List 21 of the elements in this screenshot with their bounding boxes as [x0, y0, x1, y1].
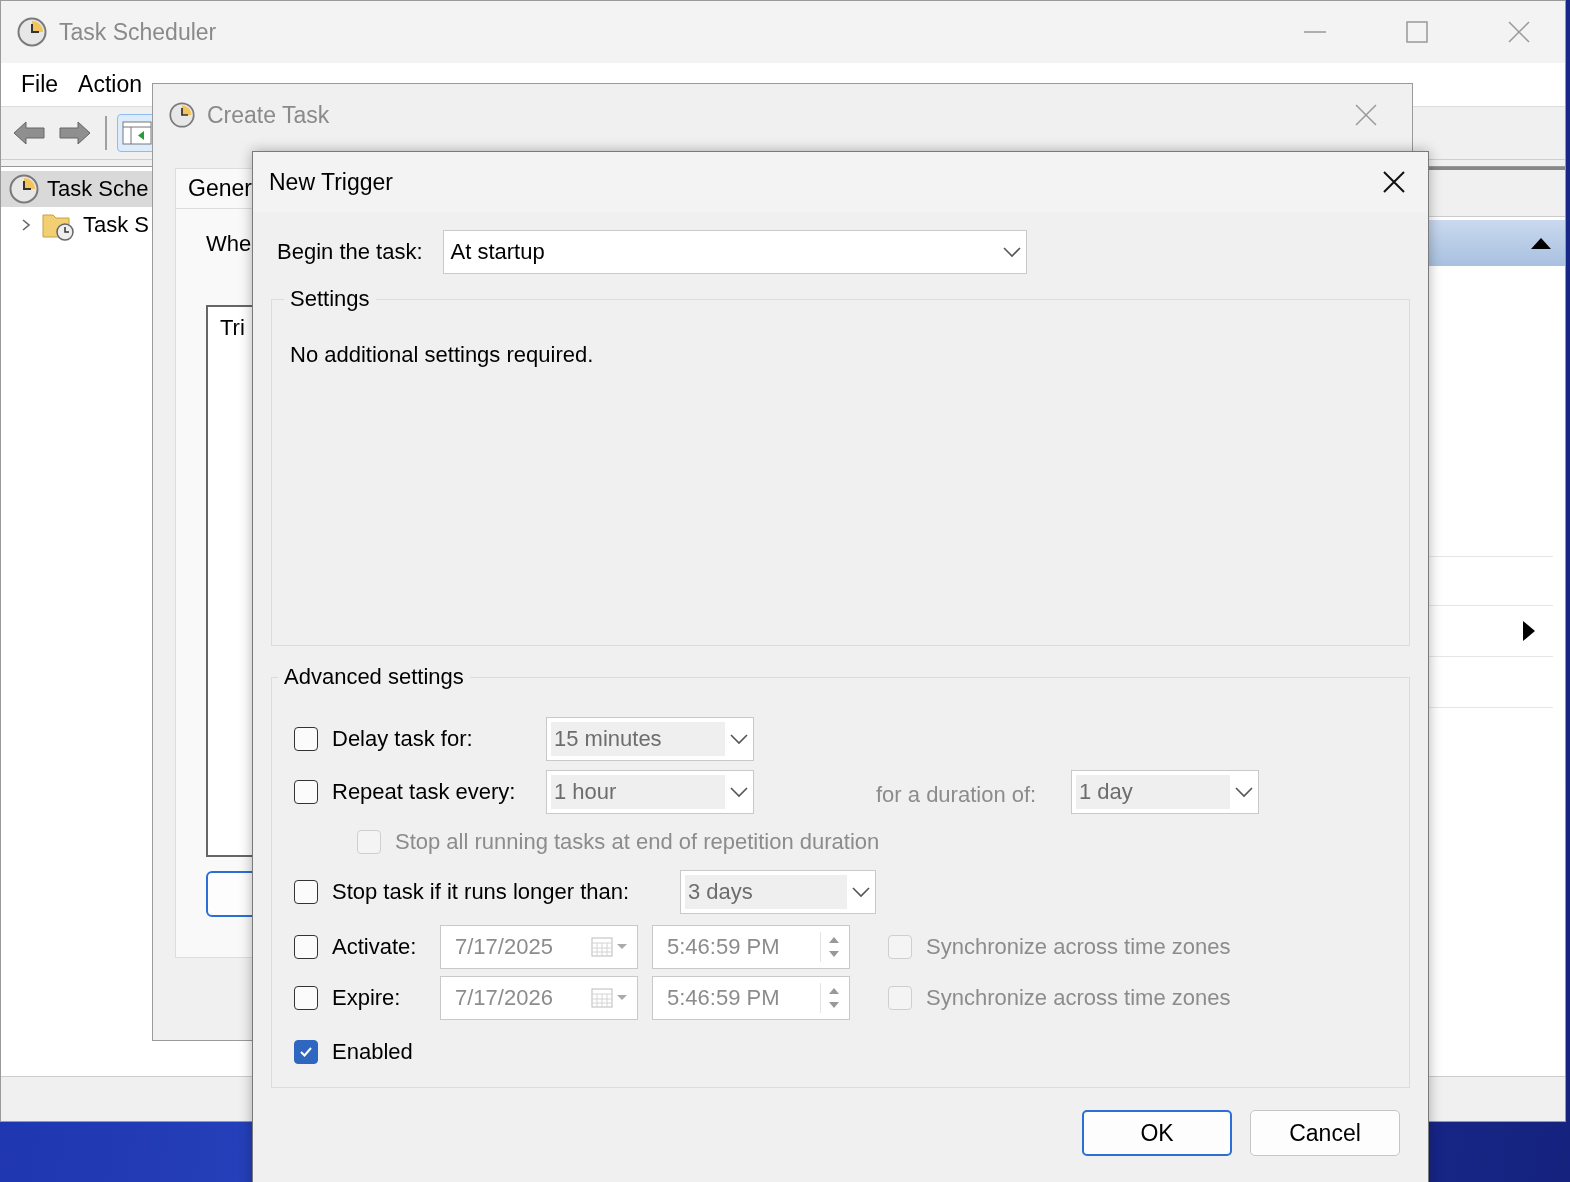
checkbox-label: Synchronize across time zones: [926, 985, 1231, 1011]
checkbox-label: Activate:: [332, 934, 417, 960]
checkbox-label: Synchronize across time zones: [926, 934, 1231, 960]
group-title: Advanced settings: [283, 664, 465, 690]
dialog-title: New Trigger: [269, 168, 394, 196]
column-header: Tri: [220, 315, 245, 340]
field-label: for a duration of:: [876, 782, 1038, 808]
dialog-title: Create Task: [207, 101, 331, 129]
settings-message: No additional settings required.: [290, 342, 594, 368]
checkbox-label: Stop task if it runs longer than:: [332, 879, 630, 905]
window-title: Task Scheduler: [59, 18, 218, 46]
checkbox-label: Repeat task every:: [332, 779, 516, 805]
group-title: Settings: [289, 286, 371, 312]
tree-label: Task S: [83, 212, 150, 238]
checkbox-label: Delay task for:: [332, 726, 473, 752]
checkbox-label: Stop all running tasks at end of repetition duration: [395, 829, 880, 855]
prompt-text: Whe: [206, 231, 252, 257]
tree-label: Task Sche: [47, 176, 149, 202]
checkbox-label: Enabled: [332, 1039, 413, 1065]
checkbox-label: Expire:: [332, 985, 401, 1011]
field-label: Begin the task:: [277, 239, 423, 265]
